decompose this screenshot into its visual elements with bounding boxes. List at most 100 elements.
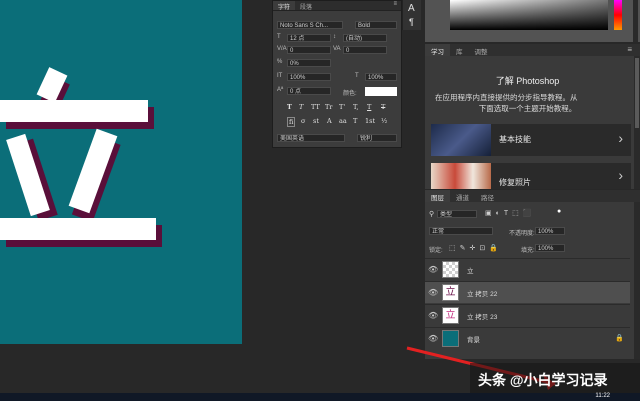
tsume-field[interactable]: 0% [287, 59, 331, 67]
tab-libraries[interactable]: 库 [450, 44, 469, 56]
layer-row[interactable]: 👁 立 立 拷贝 23 [425, 304, 630, 326]
antialias-select[interactable]: 锐利 [357, 134, 397, 142]
font-family-select[interactable]: Noto Sans S Ch... [277, 21, 343, 29]
leading-field[interactable]: (自动) [343, 34, 387, 42]
tab-channels[interactable]: 通道 [450, 190, 475, 202]
font-size-field[interactable]: 12 点 [287, 34, 331, 42]
tab-character[interactable]: 字符 [273, 1, 296, 11]
stylistic-alternates-button[interactable]: aa [339, 117, 347, 125]
glyph-stroke-right [68, 128, 118, 214]
tab-paths[interactable]: 路径 [475, 190, 500, 202]
eye-icon[interactable]: 👁 [428, 288, 438, 297]
contextual-alternates-button[interactable]: σ [301, 117, 305, 125]
faux-italic-button[interactable]: T [299, 103, 303, 111]
layers-panel-tabs: 图层 通道 路径 [425, 190, 640, 202]
language-select[interactable]: 美国英语 [277, 134, 345, 142]
leading-icon: ↕ [333, 34, 336, 40]
baseline-shift-field[interactable]: 0 点 [287, 87, 331, 95]
opacity-field[interactable]: 100% [535, 227, 565, 235]
character-panel-tabs: 字符 段落 ≡ [273, 1, 401, 11]
learn-title: 了解 Photoshop [495, 76, 560, 86]
panel-menu-icon[interactable]: ≡ [393, 1, 397, 7]
tutorial-basic-skills[interactable]: 基本技能 › [431, 124, 631, 156]
learn-description-line-2: 下面选取一个主题开始教程。 [478, 104, 577, 113]
opacity-label: 不透明度: [509, 231, 535, 237]
tracking-field[interactable]: 0 [343, 46, 387, 54]
tutorial-name: 修复照片 [499, 178, 531, 187]
filter-toggle-icon[interactable]: ● [557, 208, 561, 215]
watermark: 头条 @小白学习记录 [470, 363, 640, 393]
swash-button[interactable]: A [327, 117, 332, 125]
subscript-button[interactable]: T, [353, 103, 358, 111]
glyph-stroke-bar [0, 100, 148, 122]
character-panel-toggle-icon[interactable]: A [408, 3, 415, 14]
discretionary-ligatures-button[interactable]: st [313, 117, 319, 125]
color-panel [425, 0, 640, 42]
layer-filter-select[interactable]: 类型 [437, 210, 477, 218]
eye-icon[interactable]: 👁 [428, 311, 438, 320]
layers-scrollbar[interactable] [634, 202, 640, 359]
chevron-right-icon: › [618, 167, 623, 183]
layer-name: 立 拷贝 23 [467, 314, 498, 321]
tsume-icon: % [277, 59, 283, 65]
tab-paragraph[interactable]: 段落 [295, 1, 317, 11]
glyph-stroke-bottom [0, 218, 156, 240]
tab-layers[interactable]: 图层 [425, 190, 450, 202]
search-icon: ⚲ [429, 211, 435, 218]
fractions-button[interactable]: ½ [381, 117, 387, 125]
hue-slider[interactable] [614, 0, 622, 30]
learn-panel-tabs: 学习 库 调整 ≡ [425, 44, 640, 56]
fill-field[interactable]: 100% [535, 244, 565, 252]
underline-button[interactable]: T [367, 103, 371, 111]
tutorial-fix-photo[interactable]: 修复照片 › [431, 163, 631, 189]
tutorial-thumbnail [431, 163, 491, 189]
layer-name: 立 [467, 268, 474, 275]
horizontal-scale-field[interactable]: 100% [365, 73, 397, 81]
text-color-swatch[interactable] [365, 87, 397, 96]
layer-thumbnail [442, 261, 459, 278]
eye-icon[interactable]: 👁 [428, 265, 438, 274]
watermark-text: 头条 @小白学习记录 [478, 372, 608, 388]
layer-name: 立 拷贝 22 [467, 291, 498, 298]
filter-icons[interactable]: ▣◐T⬚⬛ [485, 209, 535, 217]
color-label: 颜色: [343, 91, 357, 97]
layer-row[interactable]: 👁 立 [425, 258, 630, 280]
blend-mode-select[interactable]: 正常 [429, 227, 493, 235]
titling-alternates-button[interactable]: T [353, 117, 357, 125]
strikethrough-button[interactable]: T [381, 103, 385, 111]
clock: 11:22 [595, 393, 610, 399]
kerning-field[interactable]: 0 [287, 46, 331, 54]
ligature-button[interactable]: fi [287, 117, 296, 127]
all-caps-button[interactable]: TT [311, 103, 320, 111]
tab-adjustments[interactable]: 调整 [469, 44, 494, 56]
superscript-button[interactable]: T' [339, 103, 345, 111]
panel-scrollbar[interactable] [633, 0, 638, 42]
layer-thumbnail: 立 [442, 307, 459, 324]
learn-description-line-1: 在应用程序内直接提供的分步指导教程。从 [435, 93, 578, 102]
character-panel: 字符 段落 ≡ Noto Sans S Ch... Bold T 12 点 ↕ … [272, 0, 402, 148]
layer-row[interactable]: 👁 立 立 拷贝 22 [425, 281, 630, 303]
scroll-thumb[interactable] [635, 58, 639, 128]
baseline-shift-icon: Aª [277, 87, 284, 93]
learn-scrollbar[interactable] [634, 56, 640, 189]
lock-icon: 🔒 [615, 335, 624, 342]
paragraph-panel-toggle-icon[interactable]: ¶ [409, 17, 414, 27]
faux-bold-button[interactable]: T [287, 103, 292, 111]
vertical-scale-icon: IT [277, 73, 283, 79]
document-canvas[interactable] [0, 0, 242, 344]
panel-menu-icon[interactable]: ≡ [627, 45, 632, 54]
glyph-stroke-top [36, 67, 68, 103]
font-style-select[interactable]: Bold [355, 21, 397, 29]
collapsed-panel-strip: A ¶ [402, 0, 421, 30]
ordinals-button[interactable]: 1st [365, 117, 375, 125]
tutorial-thumbnail [431, 124, 491, 156]
vertical-scale-field[interactable]: 100% [287, 73, 331, 81]
horizontal-scale-icon: T [355, 73, 359, 79]
learn-panel: 学习 库 调整 ≡ 了解 Photoshop 在应用程序内直接提供的分步指导教程… [425, 44, 640, 189]
small-caps-button[interactable]: Tr [325, 103, 332, 111]
tab-learn[interactable]: 学习 [425, 44, 450, 56]
glyph-stroke-left [6, 133, 50, 217]
lock-icons[interactable]: ⬚✎✛⊡🔒 [449, 244, 502, 252]
color-field[interactable] [450, 0, 608, 30]
kerning-icon: V/A [277, 46, 287, 52]
